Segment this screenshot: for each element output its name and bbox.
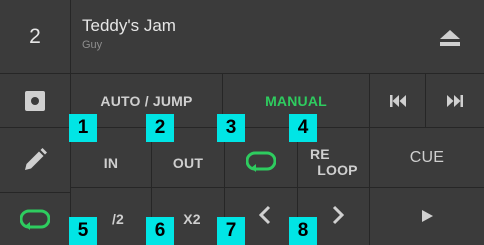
record-button[interactable] bbox=[0, 74, 70, 127]
edit-button[interactable] bbox=[0, 128, 70, 192]
play-button[interactable] bbox=[370, 188, 484, 245]
record-icon bbox=[24, 90, 46, 112]
hotcue-badge-7: 7 bbox=[217, 217, 245, 245]
loop-in-label: IN bbox=[103, 154, 119, 171]
deck-number: 2 bbox=[29, 24, 41, 48]
skip-back-button[interactable] bbox=[370, 74, 425, 127]
loop-out-label: OUT bbox=[172, 154, 204, 171]
cue-button[interactable]: CUE bbox=[370, 128, 484, 187]
hotcue-badge-4: 4 bbox=[289, 114, 317, 142]
skip-forward-icon bbox=[447, 94, 463, 107]
chevron-left-icon bbox=[259, 205, 271, 225]
hotcue-badge-1: 1 bbox=[69, 114, 97, 142]
skip-back-icon bbox=[389, 94, 406, 107]
hotcue-badge-5: 5 bbox=[69, 217, 97, 245]
loop-double-label: X2 bbox=[183, 210, 201, 227]
eject-icon bbox=[440, 30, 460, 46]
hotcue-badge-2: 2 bbox=[146, 114, 174, 142]
loop-mode-button[interactable] bbox=[0, 193, 70, 245]
chevron-right-icon bbox=[332, 205, 344, 225]
eject-button[interactable] bbox=[440, 30, 460, 46]
auto-jump-label: AUTO / JUMP bbox=[100, 92, 193, 109]
cue-label: CUE bbox=[409, 148, 445, 166]
pencil-icon bbox=[22, 147, 48, 173]
hotcue-badge-8: 8 bbox=[289, 217, 317, 245]
loop-half-label: /2 bbox=[111, 210, 125, 227]
loop-icon bbox=[20, 207, 50, 231]
deck-number-cell[interactable]: 2 bbox=[0, 0, 70, 73]
reloop-label-line1: RE bbox=[310, 145, 330, 162]
hotcue-badge-3: 3 bbox=[217, 114, 245, 142]
hotcue-badge-6: 6 bbox=[146, 217, 174, 245]
track-header[interactable]: Teddy's Jam Guy bbox=[71, 0, 484, 73]
reloop-label-line2: LOOP bbox=[317, 161, 358, 178]
manual-label: MANUAL bbox=[265, 92, 327, 109]
track-artist: Guy bbox=[82, 39, 103, 51]
loop-icon bbox=[246, 149, 276, 173]
track-title: Teddy's Jam bbox=[82, 16, 176, 35]
play-icon bbox=[421, 209, 433, 222]
skip-forward-button[interactable] bbox=[426, 74, 484, 127]
